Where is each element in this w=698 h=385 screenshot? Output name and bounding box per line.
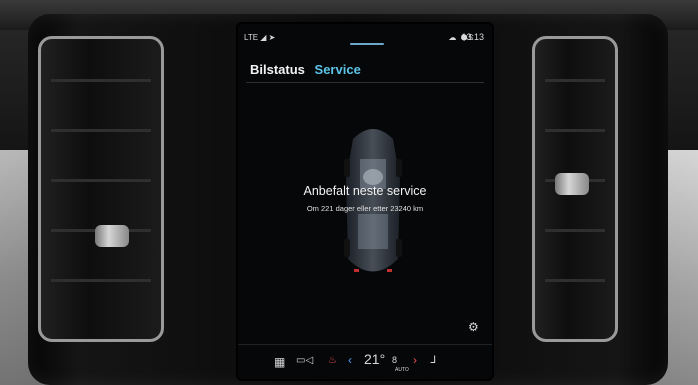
tab-divider <box>246 82 484 83</box>
seat-icon[interactable]: ᒧ <box>430 355 436 366</box>
left-air-vent[interactable] <box>38 36 164 342</box>
status-bar: LTE ◢ ➤ ☁ ⬢5 13:13 <box>238 24 492 46</box>
climate-bar: ⚙ ▦ ▭◁ ♨ ‹ 21° 8 AUTO › ᒧ <box>238 320 492 379</box>
infotainment-screen[interactable]: LTE ◢ ➤ ☁ ⬢5 13:13 Bilstatus Service Anb… <box>238 24 492 379</box>
temp-down-chevron-icon[interactable]: ‹ <box>348 353 352 367</box>
vent-slat <box>51 179 151 182</box>
clock: 13:13 <box>461 32 484 42</box>
vent-slat <box>545 129 605 132</box>
tab-service[interactable]: Service <box>315 62 361 77</box>
vent-slat <box>51 279 151 282</box>
seat-heat-icon[interactable]: ♨ <box>328 355 337 366</box>
signal-icons: LTE ◢ ➤ <box>244 33 276 42</box>
vent-slat <box>545 229 605 232</box>
vent-slat <box>545 279 605 282</box>
vent-slat <box>51 129 151 132</box>
car-interior-photo: LTE ◢ ➤ ☁ ⬢5 13:13 Bilstatus Service Anb… <box>0 0 698 385</box>
service-title: Anbefalt neste service <box>303 184 427 198</box>
apps-grid-icon[interactable]: ▦ <box>274 355 285 369</box>
vent-knob[interactable] <box>95 225 129 247</box>
vent-knob[interactable] <box>555 173 589 195</box>
camera-icon[interactable]: ▭◁ <box>296 355 313 366</box>
temp-up-chevron-icon[interactable]: › <box>413 353 417 367</box>
tab-bar: Bilstatus Service <box>250 62 367 77</box>
temperature-display[interactable]: 21° <box>364 351 385 367</box>
vent-slat <box>545 79 605 82</box>
right-air-vent[interactable] <box>532 36 618 342</box>
service-subtitle: Om 221 dager eller etter 23240 km <box>306 204 424 213</box>
fan-level: 8 <box>392 355 398 365</box>
tab-bilstatus[interactable]: Bilstatus <box>250 62 305 77</box>
settings-icon[interactable]: ⚙ <box>468 320 479 334</box>
car-xray-image <box>344 129 402 272</box>
vent-slat <box>51 79 151 82</box>
fan-mode-label: AUTO <box>395 367 409 373</box>
pull-down-handle[interactable] <box>350 43 384 45</box>
